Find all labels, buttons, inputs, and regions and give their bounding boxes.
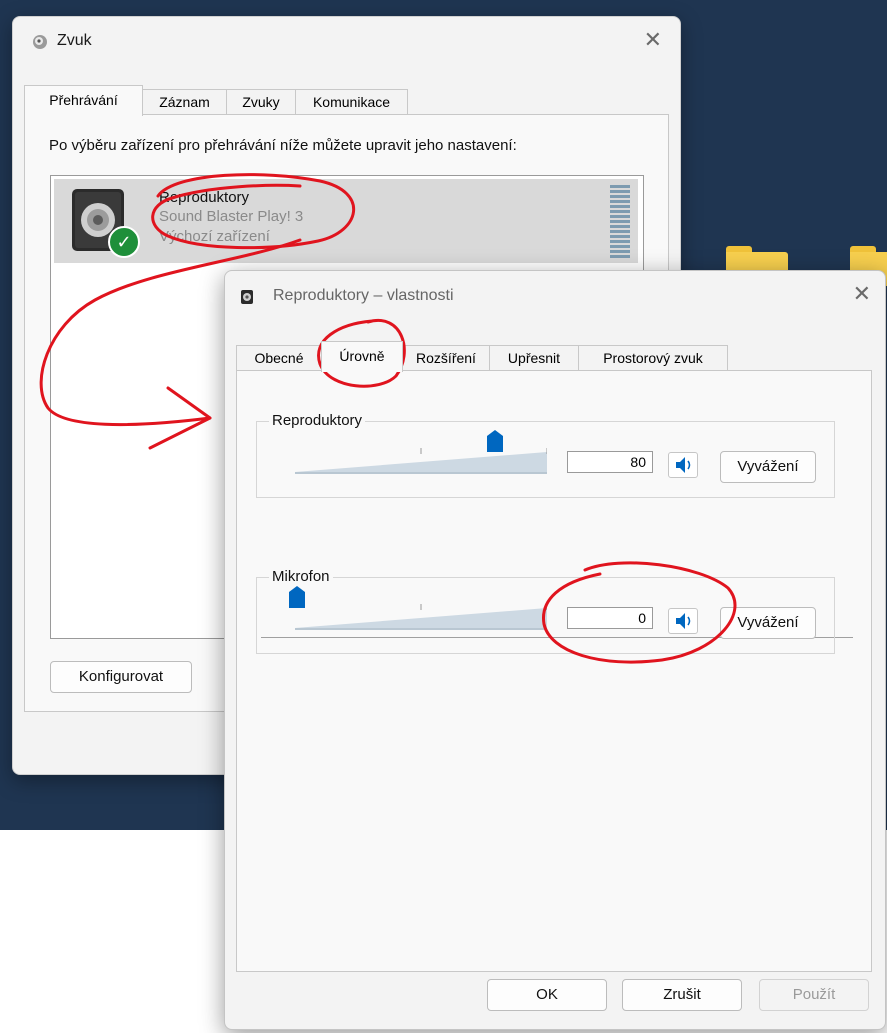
tab-sounds[interactable]: Zvuky xyxy=(226,89,296,115)
configure-button[interactable]: Konfigurovat xyxy=(50,661,192,693)
speaker-properties-dialog: Reproduktory – vlastnosti ✕ Obecné Úrovn… xyxy=(224,270,886,1030)
microphone-label: Mikrofon xyxy=(269,568,333,585)
levels-panel: Reproduktory 80 Vyvážení Mikrofon 0 Vyvá… xyxy=(236,370,872,972)
tab-communication[interactable]: Komunikace xyxy=(295,89,408,115)
tab-playback[interactable]: Přehrávání xyxy=(24,85,143,116)
speaker-icon xyxy=(241,290,253,304)
speakers-label: Reproduktory xyxy=(269,412,366,429)
tab-recording[interactable]: Záznam xyxy=(142,89,227,115)
cancel-button[interactable]: Zrušit xyxy=(622,979,742,1011)
close-icon[interactable]: ✕ xyxy=(853,281,871,307)
microphone-volume-slider[interactable] xyxy=(295,604,547,634)
microphone-slider-thumb[interactable] xyxy=(289,586,305,608)
tab-advanced[interactable]: Upřesnit xyxy=(489,345,579,371)
speakers-level-group: Reproduktory 80 Vyvážení xyxy=(256,412,835,498)
sound-icon xyxy=(33,35,47,49)
device-status: Výchozí zařízení xyxy=(159,228,270,245)
microphone-level-group: Mikrofon 0 Vyvážení xyxy=(256,568,835,654)
device-name: Reproduktory xyxy=(159,189,250,206)
microphone-balance-button[interactable]: Vyvážení xyxy=(720,607,816,639)
volume-meter xyxy=(610,185,630,259)
list-item[interactable]: ✓ Reproduktory Sound Blaster Play! 3 Výc… xyxy=(54,179,638,263)
speakers-slider-thumb[interactable] xyxy=(487,430,503,452)
panel-description: Po výběru zařízení pro přehrávání níže m… xyxy=(49,137,517,154)
check-icon: ✓ xyxy=(108,226,140,258)
speakers-level-value[interactable]: 80 xyxy=(567,451,653,473)
speakers-volume-slider[interactable] xyxy=(295,448,547,478)
tab-spatial-sound[interactable]: Prostorový zvuk xyxy=(578,345,728,371)
close-icon[interactable]: ✕ xyxy=(644,27,662,53)
speakers-balance-button[interactable]: Vyvážení xyxy=(720,451,816,483)
ok-button[interactable]: OK xyxy=(487,979,607,1011)
microphone-level-value[interactable]: 0 xyxy=(567,607,653,629)
tab-levels[interactable]: Úrovně xyxy=(321,341,403,372)
volume-icon[interactable] xyxy=(668,608,698,634)
dialog-title: Reproduktory – vlastnosti xyxy=(273,287,454,304)
apply-button[interactable]: Použít xyxy=(759,979,869,1011)
tab-general[interactable]: Obecné xyxy=(236,345,322,371)
device-model: Sound Blaster Play! 3 xyxy=(159,208,304,225)
dialog-title: Zvuk xyxy=(57,32,92,49)
volume-icon[interactable] xyxy=(668,452,698,478)
tab-enhancements[interactable]: Rozšíření xyxy=(402,345,490,371)
